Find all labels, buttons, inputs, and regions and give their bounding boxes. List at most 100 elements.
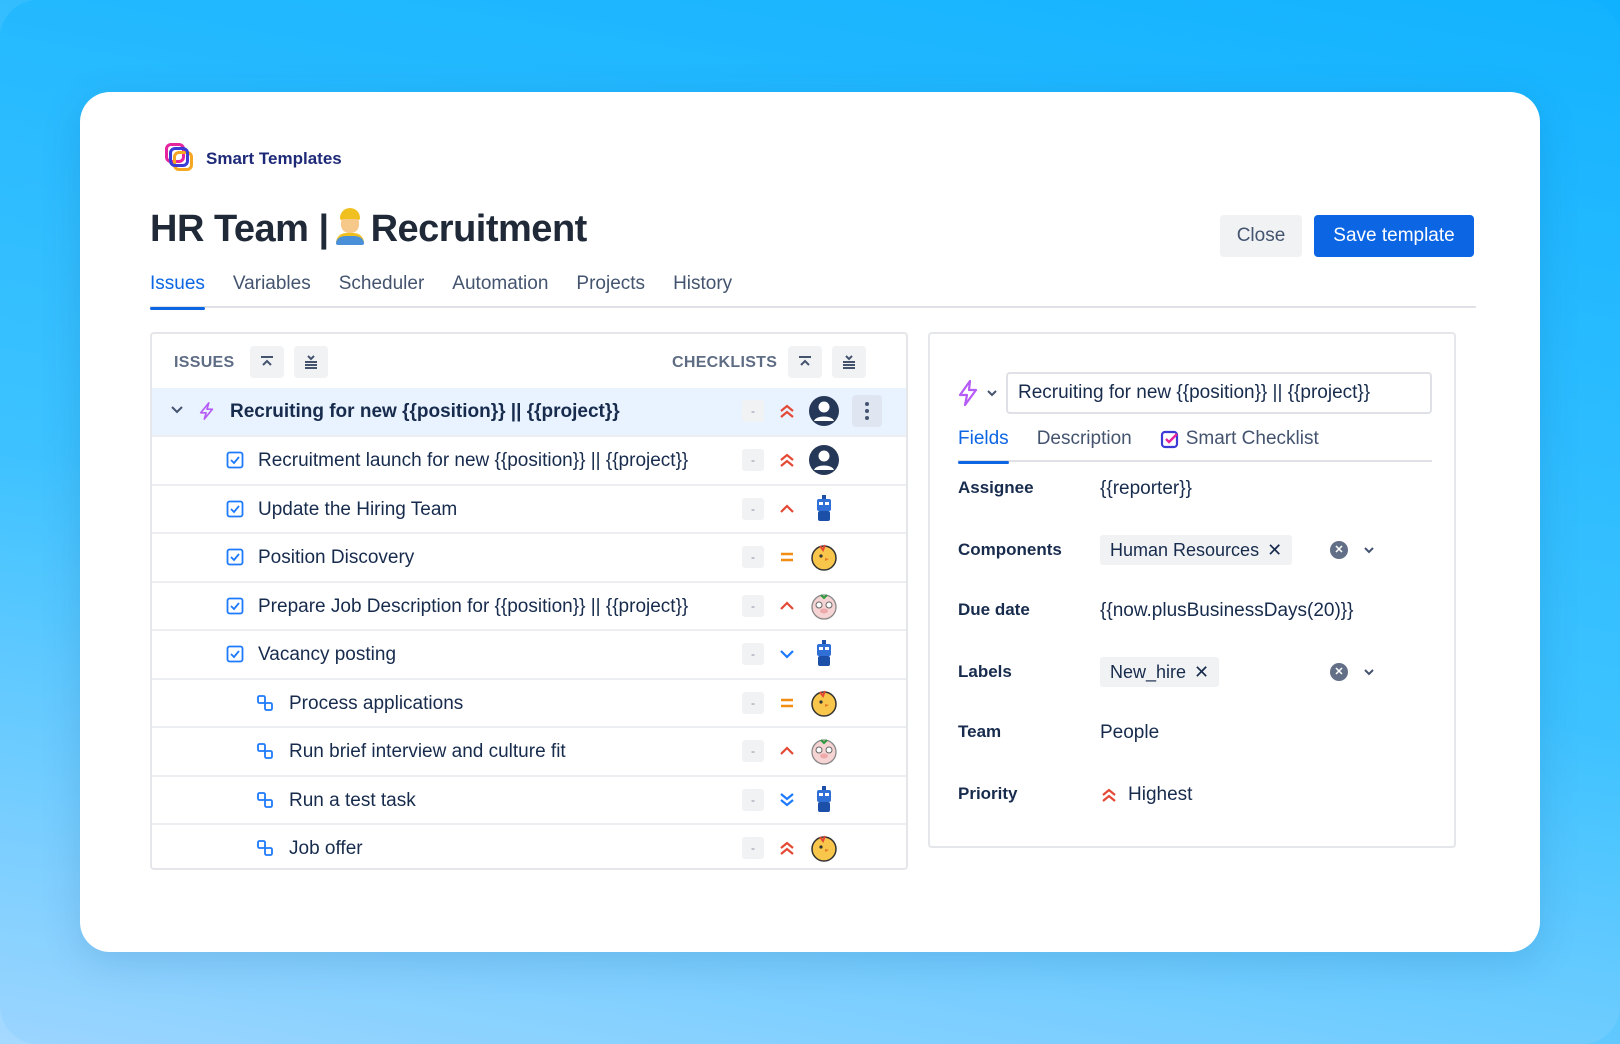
issue-row[interactable]: Job offer - <box>152 823 906 868</box>
checklist-progress[interactable]: - <box>742 837 764 859</box>
tab-description-label: Description <box>1036 428 1132 449</box>
tab-variables[interactable]: Variables <box>233 272 311 308</box>
issue-summary[interactable]: Process applications <box>289 693 463 715</box>
avatar[interactable] <box>808 638 840 670</box>
assignee-label: Assignee <box>958 478 1034 497</box>
issue-summary[interactable]: Job offer <box>289 838 363 860</box>
tab-scheduler[interactable]: Scheduler <box>339 272 425 308</box>
summary-input[interactable] <box>1006 372 1432 414</box>
avatar[interactable] <box>808 444 840 476</box>
checklist-progress[interactable]: - <box>742 691 764 714</box>
issue-row[interactable]: Position Discovery - <box>152 532 906 581</box>
issue-summary[interactable]: Run brief interview and culture fit <box>289 741 566 763</box>
tab-projects[interactable]: Projects <box>576 272 645 308</box>
avatar[interactable] <box>808 395 840 427</box>
subtask-icon <box>257 791 273 808</box>
tab-smart-checklist-label: Smart Checklist <box>1185 428 1319 449</box>
chevron-down-icon[interactable] <box>1362 543 1376 557</box>
issue-row[interactable]: Update the Hiring Team - <box>152 483 906 533</box>
tab-history[interactable]: History <box>673 272 732 308</box>
issue-row[interactable]: Run a test task - <box>152 774 906 824</box>
issue-summary[interactable]: Prepare Job Description for {{position}}… <box>258 596 688 618</box>
tab-fields[interactable]: Fields <box>958 428 1009 464</box>
chevron-down-icon[interactable] <box>1362 665 1376 679</box>
avatar[interactable] <box>808 493 840 525</box>
priority-highest-icon <box>1102 788 1116 802</box>
issue-type-selector[interactable] <box>958 378 1008 408</box>
issue-row[interactable]: Prepare Job Description for {{position}}… <box>152 580 906 630</box>
avatar[interactable] <box>808 735 840 767</box>
save-template-button[interactable]: Save template <box>1314 215 1474 257</box>
issue-summary[interactable]: Update the Hiring Team <box>258 499 457 521</box>
more-options-button[interactable] <box>852 395 882 427</box>
close-button[interactable]: Close <box>1220 215 1302 257</box>
subtask-icon <box>257 840 273 856</box>
issue-row[interactable]: Recruitment launch for new {{position}} … <box>152 435 906 484</box>
subtask-icon <box>257 694 273 711</box>
collapse-all-icon <box>799 356 811 366</box>
priority-highest-icon <box>780 841 794 855</box>
priority-high-icon <box>780 600 794 610</box>
task-checkbox-icon <box>226 645 244 663</box>
clear-labels-icon[interactable]: ✕ <box>1330 663 1348 681</box>
issue-row[interactable]: Run brief interview and culture fit - <box>152 726 906 775</box>
tab-description[interactable]: Description <box>1037 428 1132 462</box>
checklist-progress[interactable]: - <box>742 594 764 617</box>
issue-summary[interactable]: Recruiting for new {{position}} || {{pro… <box>230 401 620 423</box>
issue-row[interactable]: Vacancy posting - <box>152 629 906 678</box>
issue-details-panel: Fields Description Smart Checklist Assig… <box>928 332 1456 848</box>
component-chip: Human Resources ✕ <box>1100 535 1293 565</box>
task-checkbox-icon <box>226 500 244 517</box>
checklist-progress[interactable]: - <box>742 546 764 568</box>
expand-all-icon <box>843 355 855 369</box>
team-label: Team <box>958 722 1002 741</box>
avatar[interactable] <box>808 832 840 864</box>
issues-tree: Recruiting for new {{position}} || {{pro… <box>152 388 906 868</box>
issues-panel-header: ISSUES CHECKLISTS <box>152 334 906 388</box>
priority-high-icon <box>780 746 794 755</box>
remove-chip-icon[interactable]: ✕ <box>1267 540 1282 561</box>
component-chip-label: Human Resources <box>1110 539 1260 560</box>
tab-smart-checklist[interactable]: Smart Checklist <box>1160 428 1319 462</box>
page-title-suffix: Recruitment <box>370 208 588 250</box>
checklists-expand-button[interactable] <box>832 346 866 378</box>
label-chip-label: New_hire <box>1110 661 1187 682</box>
issue-row[interactable]: Process applications - <box>152 677 906 727</box>
priority-low-icon <box>780 650 794 659</box>
lightning-bolt-icon <box>958 380 978 406</box>
avatar[interactable] <box>808 541 840 573</box>
expand-all-icon <box>305 355 317 369</box>
checklist-progress[interactable]: - <box>742 643 764 665</box>
checklist-progress[interactable]: - <box>742 788 764 811</box>
tab-issues[interactable]: Issues <box>150 272 205 310</box>
task-checkbox-icon <box>226 451 244 469</box>
details-tabs: Fields Description Smart Checklist <box>958 428 1432 464</box>
smart-checklist-icon <box>1160 430 1178 449</box>
issue-summary[interactable]: Run a test task <box>289 790 416 812</box>
avatar[interactable] <box>808 590 840 622</box>
priority-value[interactable]: Highest <box>1128 784 1192 806</box>
priority-high-icon <box>780 503 794 513</box>
expand-all-button[interactable] <box>294 346 328 378</box>
checklist-progress[interactable]: - <box>742 497 764 520</box>
avatar[interactable] <box>808 784 840 816</box>
team-value[interactable]: People <box>1100 722 1159 744</box>
avatar[interactable] <box>808 687 840 719</box>
checklist-progress[interactable]: - <box>742 740 764 762</box>
checklist-progress[interactable]: - <box>742 449 764 471</box>
tab-automation[interactable]: Automation <box>452 272 548 308</box>
issue-row-root[interactable]: Recruiting for new {{position}} || {{pro… <box>152 388 906 435</box>
chevron-down-icon <box>987 390 997 397</box>
clear-components-icon[interactable]: ✕ <box>1330 541 1348 559</box>
issue-summary[interactable]: Vacancy posting <box>258 644 396 666</box>
assignee-value[interactable]: {{reporter}} <box>1100 478 1192 500</box>
checklists-collapse-button[interactable] <box>788 346 822 378</box>
issue-summary[interactable]: Position Discovery <box>258 547 414 569</box>
subtask-icon <box>257 743 273 759</box>
chevron-down-icon[interactable] <box>170 403 184 417</box>
issue-summary[interactable]: Recruitment launch for new {{position}} … <box>258 450 688 472</box>
due-date-value[interactable]: {{now.plusBusinessDays(20)}} <box>1100 600 1354 622</box>
collapse-all-button[interactable] <box>250 346 284 378</box>
checklist-progress[interactable]: - <box>742 400 764 422</box>
remove-chip-icon[interactable]: ✕ <box>1194 662 1209 683</box>
